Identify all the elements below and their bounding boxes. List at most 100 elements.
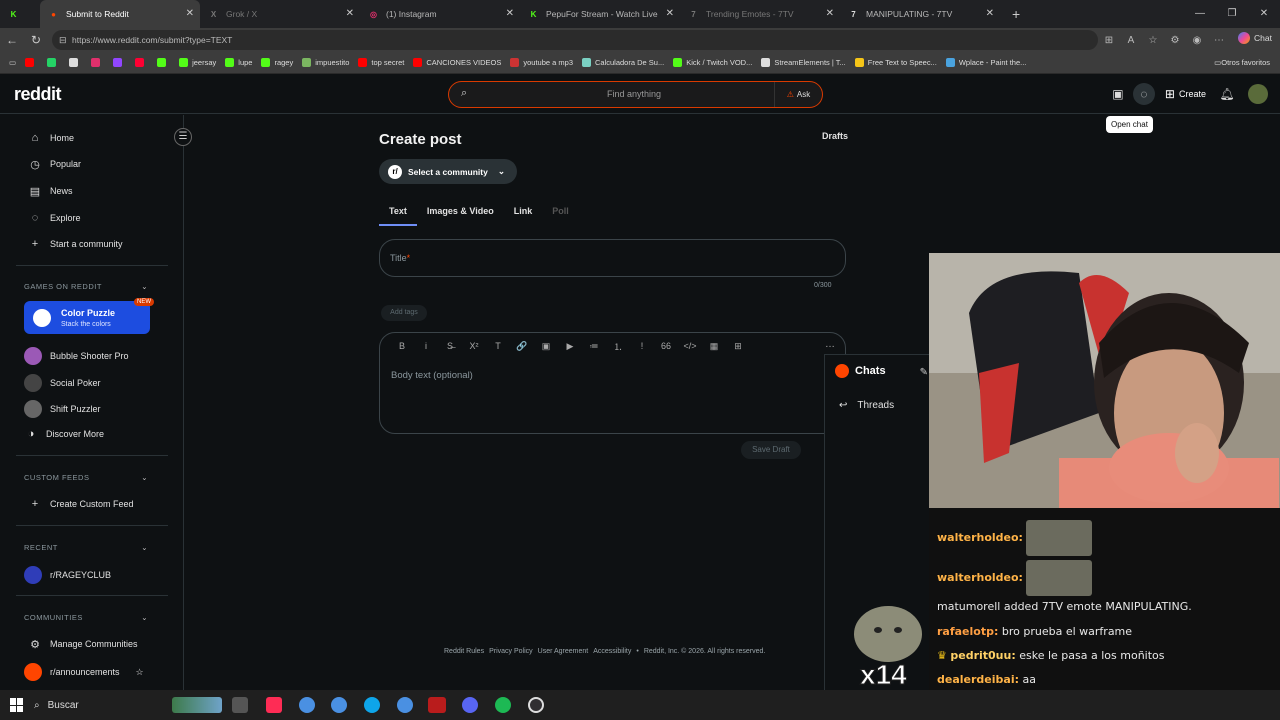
footer-link[interactable]: Accessibility: [593, 648, 631, 655]
minimize-icon[interactable]: —: [1184, 0, 1216, 28]
link-icon[interactable]: 🔗: [510, 341, 534, 352]
windows-start-icon[interactable]: [10, 698, 24, 712]
footer-link[interactable]: Reddit Rules: [444, 648, 484, 655]
bookmark-item[interactable]: [69, 58, 82, 67]
tiktok-icon[interactable]: [266, 697, 282, 713]
title-field[interactable]: Title*: [379, 239, 846, 277]
add-tags-button[interactable]: Add tags: [381, 305, 427, 321]
threads-item[interactable]: ↩ Threads: [839, 400, 894, 411]
bookmark-item[interactable]: [91, 58, 104, 67]
spoiler-icon[interactable]: !: [630, 341, 654, 351]
site-info-icon[interactable]: ⊟: [59, 30, 67, 50]
discord-icon[interactable]: [462, 697, 478, 713]
more-icon[interactable]: ⋯: [1208, 35, 1230, 46]
heading-icon[interactable]: T: [486, 341, 510, 351]
bookmark-item[interactable]: [157, 58, 170, 67]
section-heading[interactable]: RECENT ⌄: [24, 543, 148, 552]
footer-link[interactable]: Privacy Policy: [489, 648, 533, 655]
new-tab-icon[interactable]: +: [1012, 6, 1020, 22]
code-block-icon[interactable]: ▦: [702, 341, 726, 352]
numbered-list-icon[interactable]: ⒈: [606, 340, 630, 353]
browser-tab[interactable]: ◎ (1) Instagram ✕: [360, 0, 520, 28]
manage-communities[interactable]: ⚙ Manage Communities: [28, 637, 137, 651]
bookmark-item[interactable]: Free Text to Speec...: [854, 58, 937, 67]
footer-link[interactable]: User Agreement: [538, 648, 589, 655]
image-icon[interactable]: ▣: [534, 341, 558, 352]
app-icon[interactable]: [331, 697, 347, 713]
bookmark-item[interactable]: Wplace - Paint the...: [945, 58, 1026, 67]
profile-icon[interactable]: ◉: [1186, 35, 1208, 46]
other-bookmarks[interactable]: ▭ Otros favoritos: [1214, 58, 1270, 67]
maximize-icon[interactable]: ❐: [1216, 0, 1248, 28]
reload-icon[interactable]: ↻: [24, 33, 48, 47]
sidebar-game-item[interactable]: Bubble Shooter Pro: [24, 347, 129, 365]
close-tab-icon[interactable]: ✕: [666, 8, 674, 19]
close-window-icon[interactable]: ✕: [1248, 0, 1280, 28]
compose-icon[interactable]: ✎: [920, 367, 928, 378]
bookmark-item[interactable]: lupe: [225, 58, 252, 67]
close-tab-icon[interactable]: ✕: [346, 8, 354, 19]
voice-app-icon[interactable]: [428, 697, 446, 713]
bookmark-item[interactable]: [47, 58, 60, 67]
save-draft-button[interactable]: Save Draft: [741, 441, 801, 459]
extensions-icon[interactable]: ⚙: [1164, 35, 1186, 46]
browser-tab[interactable]: 7 MANIPULATING - 7TV ✕: [840, 0, 1000, 28]
avatar[interactable]: [1248, 84, 1268, 104]
browser-tab[interactable]: 7 Trending Emotes - 7TV ✕: [680, 0, 840, 28]
install-app-icon[interactable]: ⊞: [1098, 35, 1120, 46]
obs-icon[interactable]: [528, 697, 544, 713]
search-input[interactable]: Find anything: [449, 89, 819, 99]
browser-tab[interactable]: ● Submit to Reddit ✕: [40, 0, 200, 28]
star-icon[interactable]: ☆: [136, 667, 144, 678]
bookmark-item[interactable]: top secret: [358, 58, 404, 67]
sidebar-toggle-button[interactable]: ☰: [174, 128, 192, 146]
search-bar[interactable]: ⌕ Find anything ⚠ Ask: [448, 81, 823, 108]
sidebar-item[interactable]: ▤ News: [28, 184, 73, 198]
bookmark-item[interactable]: [25, 58, 38, 67]
italic-icon[interactable]: i: [414, 341, 438, 351]
sidebar-item[interactable]: ◌ Explore: [28, 211, 81, 225]
bookmarks-menu-icon[interactable]: ▭: [9, 58, 16, 67]
task-view-icon[interactable]: [232, 697, 248, 713]
bookmark-item[interactable]: ragey: [261, 58, 293, 67]
announcements-community[interactable]: r/announcements ☆: [24, 663, 144, 681]
bookmark-item[interactable]: [113, 58, 126, 67]
close-tab-icon[interactable]: ✕: [506, 8, 514, 19]
video-icon[interactable]: ▶: [558, 341, 582, 352]
table-icon[interactable]: ⊞: [726, 341, 750, 352]
copilot-chat-button[interactable]: Chat: [1238, 32, 1272, 44]
code-icon[interactable]: </>: [678, 341, 702, 351]
url-field[interactable]: ⊟ https://www.reddit.com/submit?type=TEX…: [52, 30, 1098, 50]
sidebar-game-item[interactable]: Shift Puzzler: [24, 400, 101, 418]
browser-tab[interactable]: K PepuFor Stream - Watch Live ✕: [520, 0, 680, 28]
ask-button[interactable]: ⚠ Ask: [774, 82, 822, 107]
sidebar-game-item[interactable]: ◑ Discover More: [24, 427, 104, 441]
bookmark-item[interactable]: StreamElements | T...: [761, 58, 846, 67]
close-tab-icon[interactable]: ✕: [826, 8, 834, 19]
chat-icon[interactable]: ◌: [1132, 83, 1155, 105]
sidebar-item[interactable]: + Start a community: [28, 237, 123, 251]
select-community-button[interactable]: r/ Select a community ⌄: [379, 159, 517, 184]
sidebar-item[interactable]: ◷ Popular: [28, 157, 81, 171]
section-heading[interactable]: COMMUNITIES ⌄: [24, 613, 148, 622]
superscript-icon[interactable]: X²: [462, 341, 486, 351]
sidebar-item[interactable]: ⌂ Home: [28, 131, 74, 145]
sidebar-game-item[interactable]: Social Poker: [24, 374, 101, 392]
spotify-icon[interactable]: [495, 697, 511, 713]
bookmark-item[interactable]: youtube a mp3: [510, 58, 573, 67]
more-options-icon[interactable]: …: [825, 339, 835, 350]
tab-link[interactable]: Link: [504, 202, 543, 226]
favorite-icon[interactable]: ☆: [1142, 35, 1164, 46]
back-icon[interactable]: ←: [0, 33, 24, 47]
bookmark-item[interactable]: impuestito: [302, 58, 349, 67]
close-tab-icon[interactable]: ✕: [186, 8, 194, 19]
edge-icon[interactable]: [364, 697, 380, 713]
drafts-button[interactable]: Drafts: [822, 131, 848, 141]
bullet-list-icon[interactable]: ≔: [582, 341, 606, 352]
bold-icon[interactable]: B: [390, 341, 414, 351]
bookmark-item[interactable]: Calculadora De Su...: [582, 58, 664, 67]
app-icon[interactable]: [397, 697, 413, 713]
taskbar-search[interactable]: ⌕ Buscar: [34, 690, 79, 720]
color-puzzle-game[interactable]: Color Puzzle Stack the colors NEW: [24, 298, 154, 334]
close-tab-icon[interactable]: ✕: [986, 8, 994, 19]
